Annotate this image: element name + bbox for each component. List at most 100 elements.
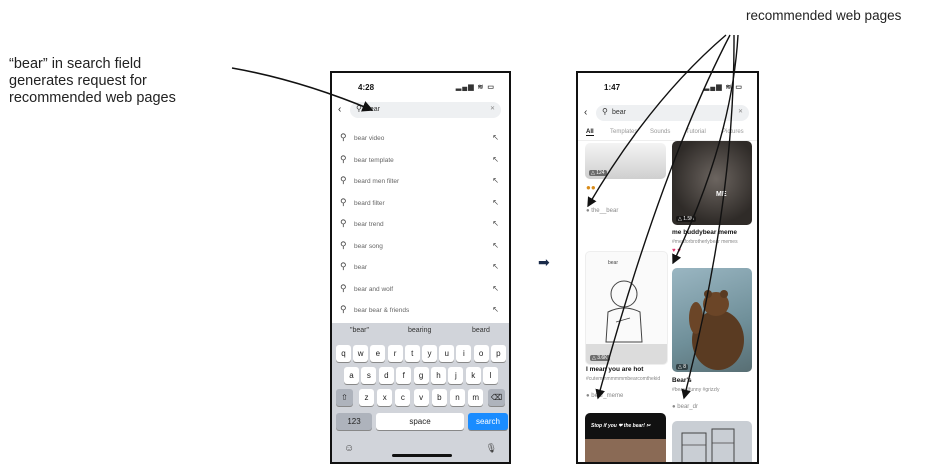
search-icon: ⚲: [356, 104, 362, 113]
key-p[interactable]: p: [490, 345, 506, 362]
suggestion-item[interactable]: ⚲ bear ↖: [332, 258, 509, 280]
tab-all[interactable]: All: [586, 129, 594, 136]
tab-sounds[interactable]: Sounds: [650, 129, 670, 135]
suggestion-item[interactable]: ⚲ beard men filter ↖: [332, 172, 509, 194]
key-m[interactable]: m: [468, 389, 484, 406]
result-title[interactable]: me buddybear meme: [672, 229, 737, 236]
result-title[interactable]: I mean you are hot: [586, 366, 643, 373]
search-icon: ⚲: [340, 239, 347, 250]
suggestion-item[interactable]: ⚲ bear template ↖: [332, 151, 509, 173]
chevron-left-icon[interactable]: ‹: [338, 104, 341, 115]
key-z[interactable]: z: [359, 389, 374, 406]
result-thumbnail[interactable]: △ 124: [585, 143, 666, 179]
suggestion-text: bear: [354, 264, 368, 271]
arrow-up-left-icon[interactable]: ↖: [492, 241, 499, 250]
key-c[interactable]: c: [395, 389, 411, 406]
search-input[interactable]: ⚲ bear ✕: [350, 102, 501, 118]
search-query: bear: [612, 109, 627, 116]
result-thumbnail[interactable]: △ 8: [672, 268, 752, 372]
keyboard-bottom-row: 123 space search: [335, 413, 508, 431]
suggestion-text: bear video: [354, 135, 385, 142]
key-y[interactable]: y: [422, 345, 437, 362]
home-indicator: [392, 454, 452, 457]
search-icon: ⚲: [340, 304, 347, 314]
backspace-key[interactable]: ⌫: [488, 389, 505, 406]
view-count: △ 1.5M: [676, 216, 697, 222]
status-bar: 1:47 ▂▄▆ ≋ ▭: [578, 81, 757, 95]
key-f[interactable]: f: [396, 367, 412, 384]
clear-icon[interactable]: ✕: [490, 105, 495, 112]
sketch-drawing: [586, 280, 667, 364]
result-thumbnail[interactable]: Stop if you ❤ the bear! ✂: [585, 413, 666, 462]
tab-templates[interactable]: Templates: [610, 129, 637, 135]
top-caption: recommended web pages: [746, 8, 902, 23]
arrow-up-left-icon[interactable]: ↖: [492, 219, 499, 228]
key-r[interactable]: r: [387, 345, 403, 362]
prediction-bar: "bear" bearing beard: [332, 323, 509, 339]
arrow-up-left-icon[interactable]: ↖: [492, 198, 499, 207]
status-icons: ▂▄▆ ≋ ▭: [703, 84, 743, 91]
thumbnail-overlay-text: ME: [716, 191, 727, 198]
key-i[interactable]: i: [456, 345, 472, 362]
prediction-item[interactable]: bearing: [408, 327, 431, 334]
result-title[interactable]: Bear's: [672, 377, 692, 384]
emoji-icon[interactable]: ☺: [344, 443, 354, 454]
tab-tutorial[interactable]: Tutorial: [686, 129, 706, 135]
key-w[interactable]: w: [353, 345, 369, 362]
arrow-up-left-icon[interactable]: ↖: [492, 133, 499, 142]
key-e[interactable]: e: [370, 345, 386, 362]
prediction-item[interactable]: "bear": [350, 327, 369, 334]
arrow-up-left-icon[interactable]: ↖: [492, 262, 499, 271]
clear-icon[interactable]: ✕: [738, 108, 743, 115]
key-a[interactable]: a: [344, 367, 359, 384]
tab-pictures[interactable]: Pictures: [722, 129, 744, 135]
suggestion-item[interactable]: ⚲ bear song ↖: [332, 237, 509, 259]
arrow-up-left-icon[interactable]: ↖: [492, 284, 499, 293]
key-j[interactable]: j: [448, 367, 464, 384]
key-h[interactable]: h: [431, 367, 446, 384]
key-o[interactable]: o: [473, 345, 489, 362]
suggestion-item[interactable]: ⚲ bear bear & friends ↖: [332, 301, 509, 323]
suggestion-item[interactable]: ⚲ bear trend ↖: [332, 215, 509, 237]
suggestion-item[interactable]: ⚲ beard filter ↖: [332, 194, 509, 216]
search-input[interactable]: ⚲ bear ✕: [596, 105, 749, 121]
avatar: ●: [586, 208, 590, 214]
heart-icon[interactable]: ♥ ♥: [672, 248, 681, 254]
view-count: △ 3.6K: [590, 355, 610, 361]
result-author: ● bear_dr: [672, 404, 698, 410]
key-x[interactable]: x: [377, 389, 393, 406]
author-name: the__bear: [591, 208, 619, 214]
prediction-item[interactable]: beard: [472, 327, 490, 334]
suggestion-item[interactable]: ⚲ bear video ↖: [332, 129, 509, 151]
key-d[interactable]: d: [378, 367, 394, 384]
key-l[interactable]: l: [483, 367, 499, 384]
key-b[interactable]: b: [431, 389, 447, 406]
search-row: ‹ ⚲ bear ✕: [332, 102, 509, 120]
key-k[interactable]: k: [465, 367, 481, 384]
key-q[interactable]: q: [336, 345, 351, 362]
chevron-left-icon[interactable]: ‹: [584, 107, 587, 118]
search-key[interactable]: search: [468, 413, 508, 430]
arrow-up-left-icon[interactable]: ↖: [492, 305, 499, 314]
key-v[interactable]: v: [413, 389, 429, 406]
arrow-up-left-icon[interactable]: ↖: [492, 155, 499, 164]
shift-key[interactable]: ⇧: [336, 389, 353, 406]
arrow-up-left-icon[interactable]: ↖: [492, 176, 499, 185]
key-s[interactable]: s: [361, 367, 377, 384]
key-u[interactable]: u: [439, 345, 455, 362]
result-author: ● the__bear: [586, 208, 618, 214]
key-n[interactable]: n: [450, 389, 465, 406]
search-icon: ⚲: [340, 282, 347, 293]
suggestion-item[interactable]: ⚲ bear and wolf ↖: [332, 280, 509, 302]
result-thumbnail[interactable]: [672, 421, 752, 462]
avatar: ●: [672, 404, 676, 410]
numbers-key[interactable]: 123: [336, 413, 372, 430]
status-icons: ▂▄▆ ≋ ▭: [455, 84, 495, 91]
key-g[interactable]: g: [413, 367, 429, 384]
space-key[interactable]: space: [376, 413, 464, 430]
emoji-row: ●●: [586, 183, 596, 192]
result-thumbnail[interactable]: bear △ 3.6K: [585, 251, 668, 365]
key-t[interactable]: t: [404, 345, 420, 362]
result-thumbnail[interactable]: ME △ 1.5M: [672, 141, 752, 225]
microphone-icon[interactable]: 🎙: [486, 443, 497, 454]
